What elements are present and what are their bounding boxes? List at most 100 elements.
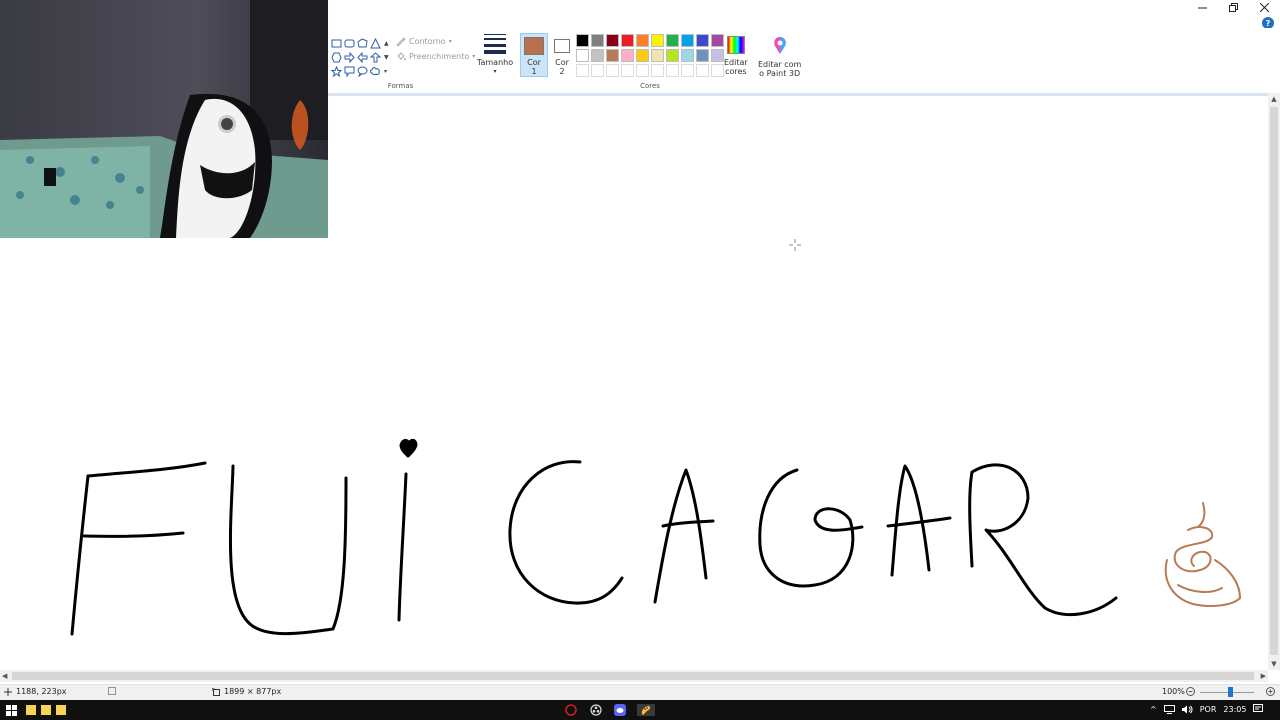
taskbar-folder-3[interactable]: [56, 704, 66, 716]
zoom-in-icon: [1266, 687, 1275, 696]
paint3d-label-line1: Editar com: [758, 60, 802, 69]
minimize-icon: [1198, 7, 1207, 8]
taskbar: ^ POR 23:05: [0, 700, 1280, 720]
shapes-gallery: [330, 36, 382, 78]
stroke-i: [397, 472, 408, 622]
taskbar-app-record[interactable]: [565, 704, 577, 716]
folder-icon: [56, 705, 66, 715]
expand-gallery-icon[interactable]: ▾: [384, 64, 390, 78]
colors-group: Cores: [576, 28, 724, 92]
windows-logo-icon: [6, 704, 17, 716]
color2-swatch: [554, 39, 570, 53]
scroll-down-arrow-icon[interactable]: ▼: [1268, 658, 1280, 670]
restore-button[interactable]: [1218, 0, 1249, 14]
scroll-up-icon[interactable]: ▲: [384, 36, 390, 50]
vertical-scrollbar[interactable]: ▲ ▼: [1268, 93, 1280, 670]
folder-icon: [26, 705, 36, 715]
triangle-shape-icon[interactable]: [369, 36, 382, 50]
network-icon[interactable]: [1163, 704, 1175, 714]
paint-icon: [641, 706, 651, 715]
restore-icon: [1229, 2, 1238, 12]
vertical-scroll-thumb[interactable]: [1270, 107, 1278, 655]
hexagon-shape-icon[interactable]: [330, 50, 343, 64]
start-button[interactable]: [6, 704, 17, 716]
minimize-button[interactable]: [1187, 0, 1218, 14]
taskbar-app-discord[interactable]: [614, 704, 626, 716]
brown-doodle: [1164, 502, 1241, 607]
move-cursor-icon: [4, 687, 12, 696]
taskbar-app-obs[interactable]: [590, 704, 602, 716]
folder-icon: [41, 705, 51, 715]
zoom-level-text: 100%: [1162, 687, 1185, 696]
color1-swatch: [524, 37, 544, 55]
outline-dropdown[interactable]: Contorno ▾: [396, 34, 452, 48]
clock[interactable]: 23:05: [1223, 705, 1246, 714]
stroke-u: [228, 464, 348, 636]
record-app-icon: [565, 704, 577, 716]
outline-label: Contorno: [409, 36, 446, 46]
stroke-r: [968, 463, 1118, 617]
obs-icon: [590, 704, 602, 716]
color1-label-line2: 1: [531, 67, 537, 76]
callout-oval-shape-icon[interactable]: [356, 64, 369, 78]
chevron-up-icon[interactable]: ^: [1150, 705, 1157, 714]
color1-label-line1: Cor: [527, 58, 541, 67]
fill-label: Preenchimento: [409, 51, 470, 61]
callout-cloud-shape-icon[interactable]: [369, 64, 382, 78]
callout-rect-shape-icon[interactable]: [343, 64, 356, 78]
left-arrow-shape-icon[interactable]: [356, 50, 369, 64]
paint3d-label-line2: o Paint 3D: [759, 69, 801, 78]
edit-with-paint3d-button[interactable]: Editar com o Paint 3D: [758, 34, 801, 78]
color2-button[interactable]: Cor 2: [548, 33, 576, 77]
discord-icon: [614, 704, 626, 716]
horizontal-scrollbar[interactable]: ◀ ▶: [0, 670, 1268, 682]
size-lines-icon: [484, 34, 506, 54]
cursor-position-text: 1188, 223px: [16, 687, 67, 696]
taskbar-folder-1[interactable]: [26, 704, 36, 716]
edit-colors-button[interactable]: Editar cores: [724, 34, 748, 76]
webcam-video-image: [0, 0, 328, 238]
status-bar: 1188, 223px 1899 × 877px 100%: [0, 684, 1280, 700]
rectangle-shape-icon[interactable]: [330, 36, 343, 50]
system-tray: ^ POR 23:05: [1150, 704, 1264, 714]
zoom-slider-thumb[interactable]: [1228, 687, 1233, 697]
stroke-a1: [653, 468, 708, 604]
color-wheel-icon: [726, 36, 745, 54]
size-label: Tamanho: [476, 58, 514, 67]
stroke-f-stem: [70, 474, 90, 636]
taskbar-app-paint[interactable]: [637, 704, 655, 716]
shapes-scroll[interactable]: ▲ ▼ ▾: [384, 36, 390, 78]
image-size-icon: [212, 687, 220, 696]
zoom-out-button[interactable]: [1186, 687, 1195, 696]
crosshair-cursor-icon: [789, 239, 801, 251]
fill-dropdown[interactable]: Preenchimento ▾: [396, 49, 475, 63]
outline-icon: [396, 37, 406, 46]
horizontal-scroll-thumb[interactable]: [12, 672, 1254, 680]
shapes-group-label: Formas: [387, 82, 414, 90]
rounded-rectangle-shape-icon[interactable]: [343, 36, 356, 50]
zoom-slider-track[interactable]: [1200, 692, 1254, 693]
color1-button[interactable]: Cor 1: [520, 33, 548, 77]
notifications-icon[interactable]: [1253, 704, 1264, 714]
paint3d-icon: [773, 37, 786, 54]
right-arrow-shape-icon[interactable]: [343, 50, 356, 64]
taskbar-folder-2[interactable]: [41, 704, 51, 716]
star-shape-icon[interactable]: [330, 64, 343, 78]
fill-bucket-icon: [397, 52, 406, 60]
image-size-text: 1899 × 877px: [224, 687, 282, 696]
close-button[interactable]: [1249, 0, 1280, 14]
scroll-up-arrow-icon[interactable]: ▲: [1268, 93, 1280, 105]
volume-icon[interactable]: [1181, 705, 1193, 714]
polygon-shape-icon[interactable]: [356, 36, 369, 50]
up-arrow-shape-icon[interactable]: [369, 50, 382, 64]
zoom-out-icon: [1186, 687, 1195, 696]
scroll-left-arrow-icon[interactable]: ◀: [2, 670, 7, 682]
scroll-right-arrow-icon[interactable]: ▶: [1261, 670, 1266, 682]
stroke-g: [758, 468, 864, 588]
window-controls: [1187, 0, 1280, 14]
scroll-down-icon[interactable]: ▼: [384, 50, 390, 64]
language-indicator[interactable]: POR: [1200, 705, 1217, 714]
stroke-f-top: [86, 461, 207, 478]
zoom-in-button[interactable]: [1266, 687, 1275, 696]
size-button[interactable]: Tamanho ▾: [476, 34, 514, 76]
